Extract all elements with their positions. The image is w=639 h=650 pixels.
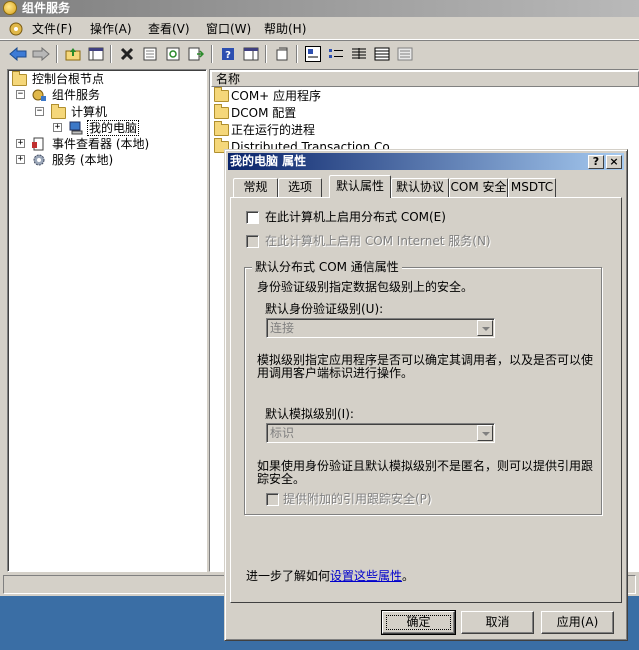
reference-tracking-label: 提供附加的引用跟踪安全(P) (283, 492, 432, 506)
refresh-icon[interactable] (163, 44, 183, 64)
show-hide-tree-icon[interactable] (86, 44, 106, 64)
component-services-icon (32, 89, 46, 101)
close-button[interactable]: × (606, 155, 622, 169)
folder-icon (214, 87, 229, 102)
group-title: 默认分布式 COM 通信属性 (252, 260, 402, 274)
tab-msdtc[interactable]: MSDTC (508, 178, 556, 197)
properties-dialog: 我的电脑 属性 ? × 常规 选项 默认属性 默认协议 COM 安全 MSDTC… (224, 149, 628, 641)
enable-com-internet-checkbox[interactable] (246, 235, 259, 248)
tree-label: 事件查看器 (本地) (52, 137, 150, 151)
up-folder-icon[interactable] (63, 44, 83, 64)
list-view-icon[interactable] (349, 44, 369, 64)
learn-more-text: 进一步了解如何设置这些属性。 (246, 569, 414, 583)
impersonation-level-label: 默认模拟级别(I): (265, 407, 354, 421)
tab-default-protocols[interactable]: 默认协议 (391, 178, 449, 197)
event-viewer-icon (32, 137, 44, 151)
list-item-label: COM+ 应用程序 (231, 89, 322, 103)
console-icon[interactable] (8, 21, 24, 37)
action-pane-icon[interactable] (241, 44, 261, 64)
tab-com-security[interactable]: COM 安全 (449, 178, 508, 197)
new-window-icon[interactable] (272, 44, 292, 64)
large-icons-view-icon[interactable] (303, 44, 323, 64)
expand-icon[interactable]: + (53, 123, 62, 132)
tree-label: 计算机 (71, 105, 108, 119)
authentication-description: 身份验证级别指定数据包级别上的安全。 (257, 280, 474, 294)
tree-item-console-root[interactable]: 控制台根节点 (12, 71, 202, 87)
authentication-level-value: 连接 (270, 321, 295, 335)
tree-label: 组件服务 (52, 88, 101, 102)
menu-view[interactable]: 查看(V) (148, 22, 190, 36)
gear-icon (33, 154, 45, 166)
list-item-label: 正在运行的进程 (231, 123, 316, 137)
impersonation-level-select[interactable]: 标识 (266, 423, 495, 443)
authentication-level-label: 默认身份验证级别(U): (265, 302, 384, 316)
console-tree[interactable]: 控制台根节点 − 组件服务 − 计算机 + 我的电脑 + 事件查看器 (本地) … (7, 69, 207, 572)
tree-item-event-viewer[interactable]: + 事件查看器 (本地) (16, 136, 202, 152)
expand-icon[interactable]: + (16, 155, 25, 164)
chevron-down-icon[interactable] (477, 320, 493, 336)
reference-tracking-checkbox[interactable] (266, 493, 279, 506)
tab-general[interactable]: 常规 (233, 178, 278, 197)
folder-icon (51, 104, 66, 119)
column-header-name[interactable]: 名称 (211, 71, 639, 87)
tree-item-computers[interactable]: − 计算机 (35, 104, 202, 120)
tab-default-properties[interactable]: 默认属性 (329, 175, 391, 198)
folder-icon (12, 71, 27, 86)
delete-icon[interactable] (117, 44, 137, 64)
collapse-icon[interactable]: − (35, 107, 44, 116)
menu-window[interactable]: 窗口(W) (206, 22, 251, 36)
help-button[interactable]: ? (588, 155, 604, 169)
folder-icon (214, 104, 229, 119)
window-titlebar[interactable]: 组件服务 (0, 0, 639, 17)
help-icon[interactable]: ? (218, 44, 238, 64)
apply-button[interactable]: 应用(A) (541, 611, 614, 634)
menu-file[interactable]: 文件(F) (32, 22, 72, 36)
learn-more-link[interactable]: 设置这些属性 (330, 569, 402, 583)
dialog-titlebar[interactable]: 我的电脑 属性 ? × (228, 153, 624, 170)
menu-bar: 文件(F) 操作(A) 查看(V) 窗口(W) 帮助(H) (0, 18, 639, 40)
collapse-icon[interactable]: − (16, 90, 25, 99)
expand-icon[interactable]: + (16, 139, 25, 148)
forward-icon[interactable] (31, 44, 51, 64)
dialog-title: 我的电脑 属性 (230, 154, 307, 168)
tab-options[interactable]: 选项 (278, 178, 322, 197)
properties-sheet-icon[interactable] (140, 44, 160, 64)
impersonation-description: 模拟级别指定应用程序是否可以确定其调用者，以及是否可以使用调用客户端标识进行操作… (257, 353, 594, 380)
filter-view-icon[interactable] (395, 44, 415, 64)
small-icons-view-icon[interactable] (326, 44, 346, 64)
enable-dcom-label[interactable]: 在此计算机上启用分布式 COM(E) (265, 210, 446, 224)
tree-label: 控制台根节点 (32, 72, 105, 86)
menu-help[interactable]: 帮助(H) (264, 22, 306, 36)
menu-action[interactable]: 操作(A) (90, 22, 132, 36)
reference-tracking-description: 如果使用身份验证且默认模拟级别不是匿名，则可以提供引用跟踪安全。 (257, 459, 594, 486)
impersonation-level-value: 标识 (270, 426, 295, 440)
computer-icon (69, 121, 83, 135)
svg-text:?: ? (225, 50, 231, 61)
learn-more-suffix: 。 (402, 569, 415, 583)
tree-label: 服务 (本地) (52, 153, 114, 167)
authentication-level-select[interactable]: 连接 (266, 318, 495, 338)
back-icon[interactable] (8, 44, 28, 64)
tree-item-my-computer[interactable]: + 我的电脑 (53, 120, 202, 136)
toolbar: ? (0, 42, 639, 66)
component-services-icon (3, 1, 17, 15)
tree-item-services[interactable]: + 服务 (本地) (16, 152, 202, 168)
tree-label: 我的电脑 (87, 120, 140, 136)
list-item-label: DCOM 配置 (231, 106, 297, 120)
enable-com-internet-label: 在此计算机上启用 COM Internet 服务(N) (265, 234, 491, 248)
chevron-down-icon[interactable] (477, 425, 493, 441)
folder-icon (214, 121, 229, 136)
cancel-button[interactable]: 取消 (461, 611, 534, 634)
learn-more-prefix: 进一步了解如何 (246, 569, 331, 583)
ok-button[interactable]: 确定 (381, 610, 456, 635)
window-title: 组件服务 (22, 1, 71, 15)
tree-item-component-services[interactable]: − 组件服务 (16, 87, 202, 103)
export-list-icon[interactable] (186, 44, 206, 64)
detail-view-icon[interactable] (372, 44, 392, 64)
enable-dcom-checkbox[interactable] (246, 211, 259, 224)
